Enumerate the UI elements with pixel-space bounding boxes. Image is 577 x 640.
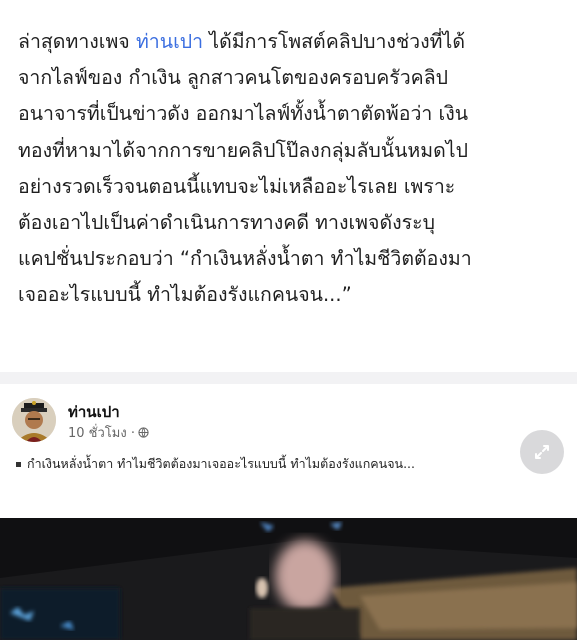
article-line-6: ต้องเอาไปเป็นค่าดำเนินการทางคดี ทางเพจดั…: [18, 211, 435, 235]
post-author[interactable]: ท่านเปา: [68, 400, 120, 424]
article-body: ล่าสุดทางเพจ ท่านเปา ได้มีการโพสต์คลิปบา…: [18, 24, 566, 314]
section-divider: [0, 372, 577, 384]
article-line-5: อย่างรวดเร็วจนตอนนี้แทบจะไม่เหลืออะไรเลย…: [18, 174, 456, 198]
article-line-1: ล่าสุดทางเพจ ท่านเปา ได้มีการโพสต์คลิปบา…: [18, 24, 566, 60]
post-time: 10 ชั่วโมง ·: [68, 426, 135, 441]
post-meta: 10 ชั่วโมง ·: [68, 422, 149, 443]
avatar[interactable]: [12, 398, 56, 442]
post-caption-text: กำเงินหลั่งน้ำตา ทำไมชีวิตต้องมาเจออะไรแ…: [27, 456, 416, 471]
expand-icon: [535, 445, 549, 459]
embedded-post: ท่านเปา 10 ชั่วโมง · กำเงินหลั่งน้ำตา ทำ…: [0, 384, 577, 494]
video-still: [0, 518, 577, 640]
article-text: ได้มีการโพสต์คลิปบางช่วงที่ได้: [203, 30, 465, 53]
article-line-2: จากไลฟ์ของ กำเงิน ลูกสาวคนโตของครอบครัวค…: [18, 66, 449, 90]
video-thumbnail[interactable]: [0, 518, 577, 640]
avatar-image: [12, 398, 56, 442]
globe-icon: [138, 427, 149, 438]
article-text: ล่าสุดทางเพจ: [18, 30, 136, 53]
article-line-7: แคปชั่นประกอบว่า “กำเงินหลั่งน้ำตา ทำไมช…: [18, 247, 472, 271]
page-link[interactable]: ท่านเปา: [136, 30, 203, 53]
bullet-icon: [16, 461, 21, 467]
article-line-8: เจออะไรแบบนี้ ทำไมต้องรังแกคนจน...”: [18, 283, 352, 307]
article-line-3: อนาจารที่เป็นข่าวดัง ออกมาไลฟ์ทั้งน้ำตาต…: [18, 102, 469, 126]
spacer: [0, 494, 577, 518]
expand-button[interactable]: [520, 430, 564, 474]
post-caption: กำเงินหลั่งน้ำตา ทำไมชีวิตต้องมาเจออะไรแ…: [16, 454, 516, 474]
article-line-4: ทองที่หามาได้จากการขายคลิปโป๊ลงกลุ่มลับน…: [18, 138, 468, 162]
